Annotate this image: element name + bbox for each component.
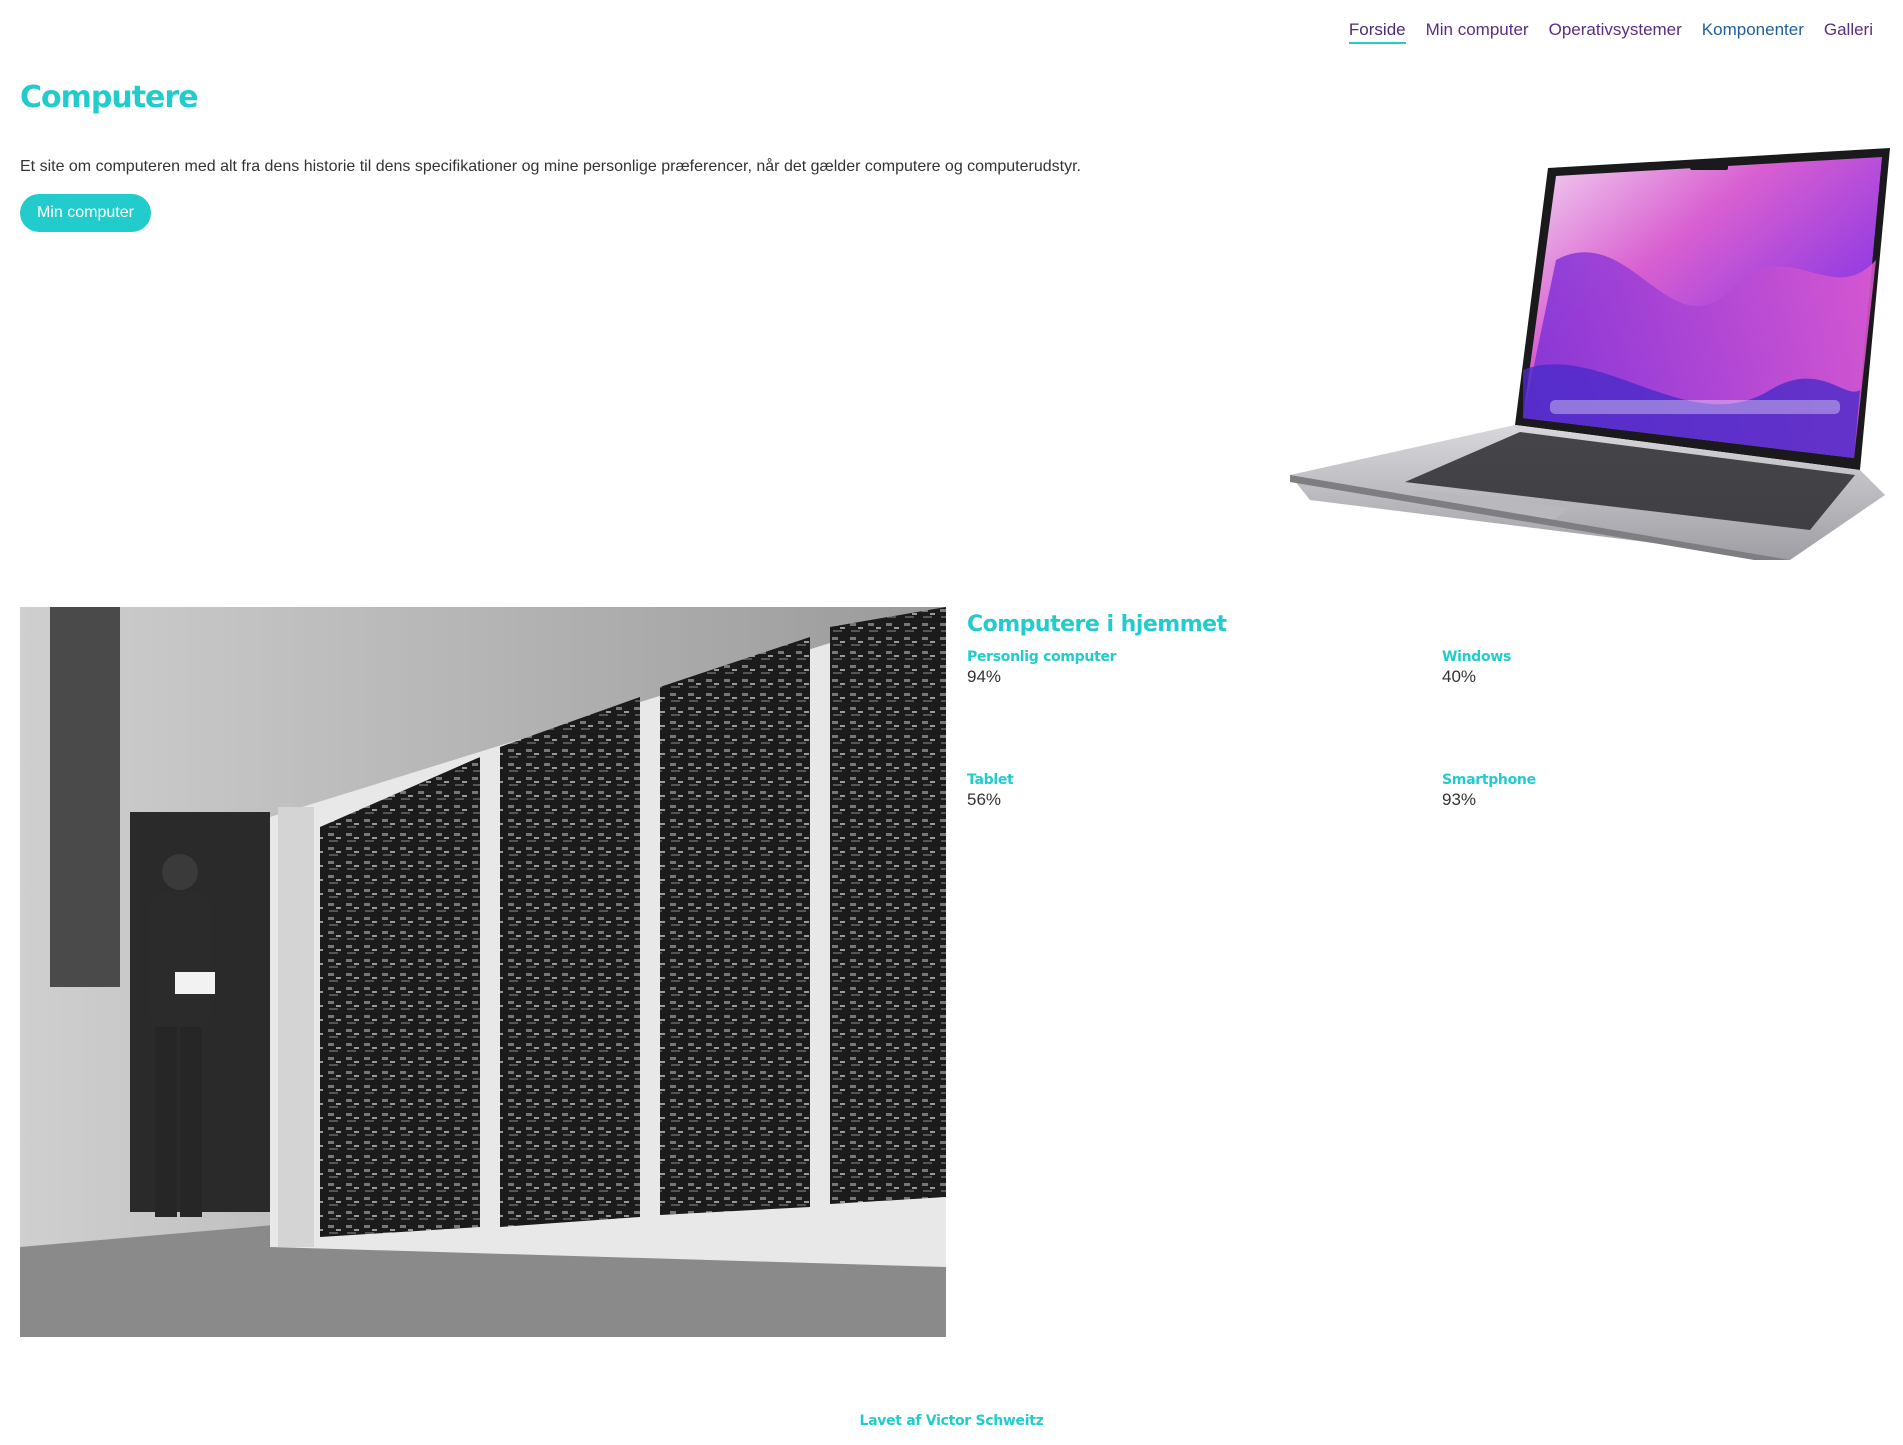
stat-label: Windows: [1442, 649, 1512, 665]
stat-value: 94%: [967, 667, 1002, 686]
page-title: Computere: [20, 80, 199, 115]
stat-tablet: Tablet 56%: [967, 772, 1267, 810]
stat-value: 93%: [1442, 790, 1477, 809]
nav-link-operativsystemer[interactable]: Operativsystemer: [1549, 18, 1682, 44]
stat-smartphone: Smartphone 93%: [1442, 772, 1742, 810]
min-computer-button[interactable]: Min computer: [20, 194, 151, 232]
hero-description: Et site om computeren med alt fra dens h…: [20, 158, 1081, 175]
stat-label: Personlig computer: [967, 649, 1117, 665]
laptop-image: [1290, 148, 1890, 560]
mainframe-photo: [20, 607, 946, 1337]
nav-link-komponenter[interactable]: Komponenter: [1702, 18, 1804, 44]
nav-link-galleri[interactable]: Galleri: [1824, 18, 1873, 44]
stats-heading: Computere i hjemmet: [967, 612, 1227, 637]
stat-windows: Windows 40%: [1442, 649, 1742, 687]
stat-value: 40%: [1442, 667, 1477, 686]
stat-label: Tablet: [967, 772, 1014, 788]
nav-link-forside[interactable]: Forside: [1348, 18, 1406, 44]
nav-link-min-computer[interactable]: Min computer: [1426, 18, 1529, 44]
footer-credit: Lavet af Victor Schweitz: [859, 1413, 1044, 1429]
stat-personlig-computer: Personlig computer 94%: [967, 649, 1267, 687]
main-navigation: Forside Min computer Operativsystemer Ko…: [1348, 18, 1873, 44]
stat-label: Smartphone: [1442, 772, 1536, 788]
stat-value: 56%: [967, 790, 1002, 809]
